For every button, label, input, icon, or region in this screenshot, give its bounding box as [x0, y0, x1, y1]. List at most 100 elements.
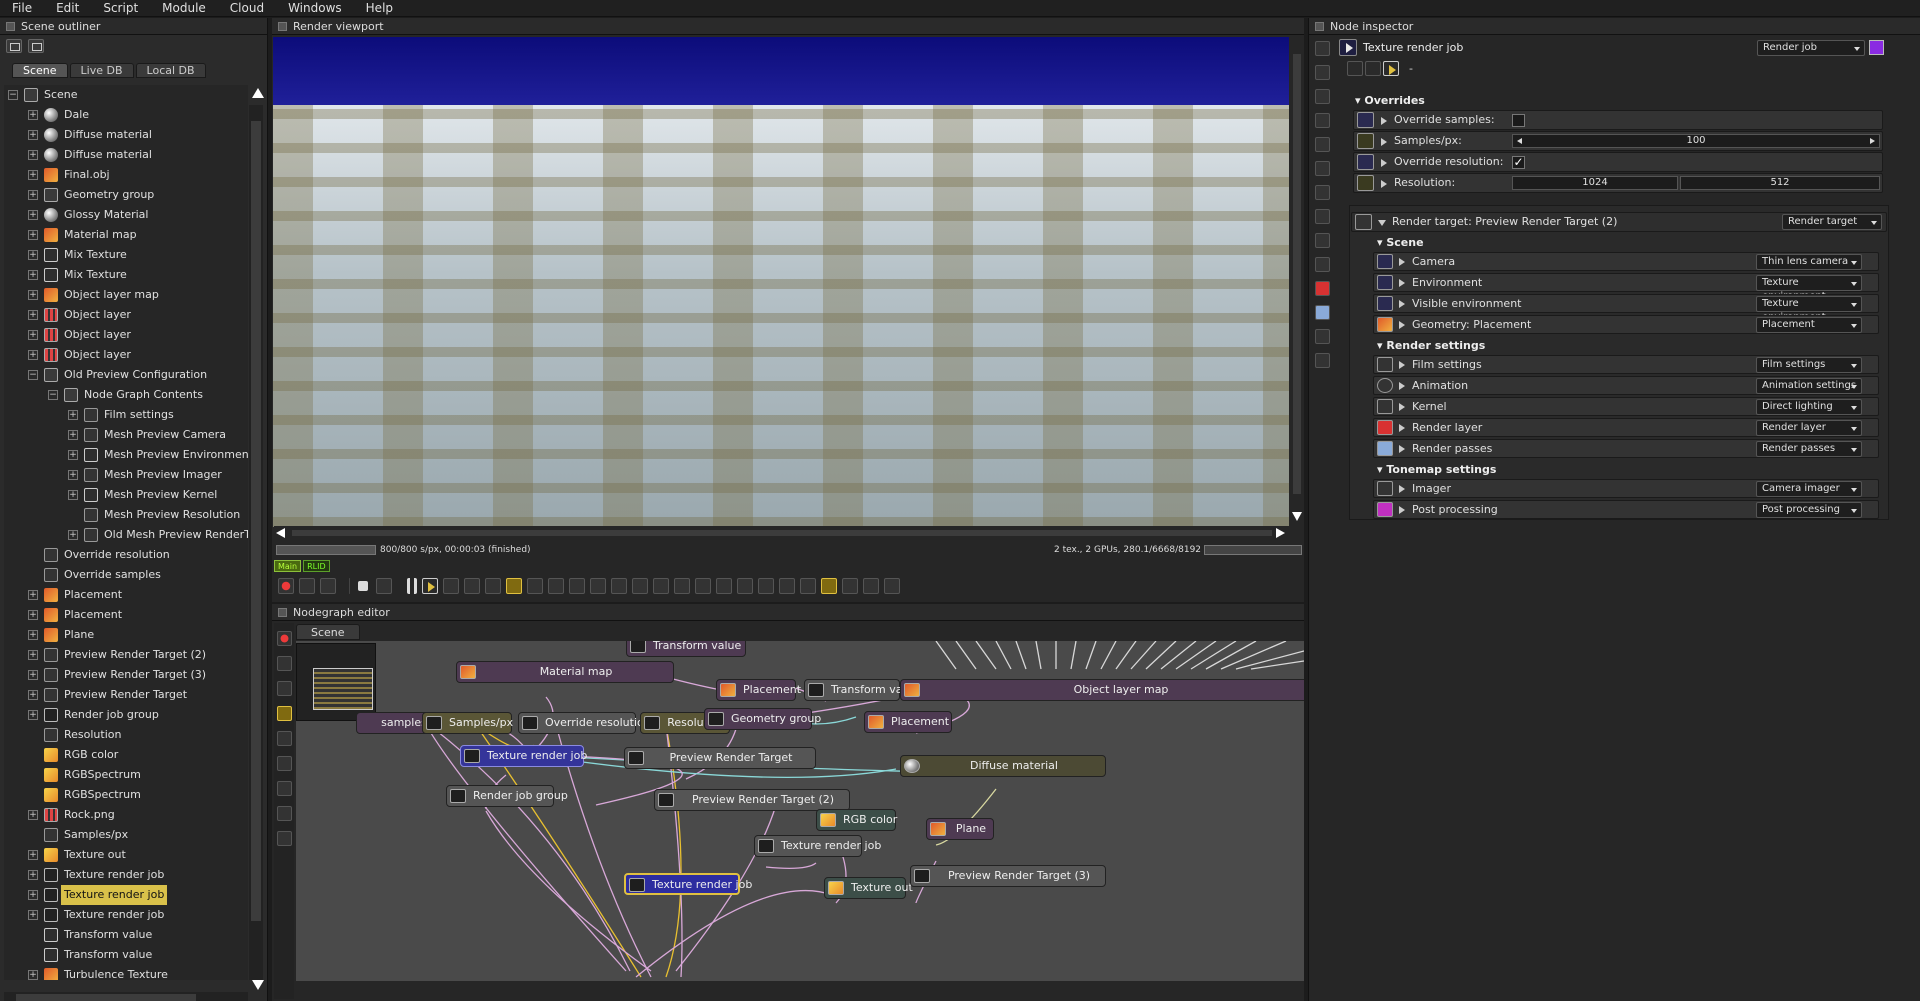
node-diffuse-material[interactable]: Diffuse material: [900, 755, 1106, 777]
tree-item[interactable]: + Mesh Preview Camera: [4, 425, 248, 445]
tree-item[interactable]: + Turbulence Texture: [4, 965, 248, 980]
panel-pin-icon[interactable]: [1315, 22, 1324, 31]
tree-item[interactable]: + Mesh Preview Kernel: [4, 485, 248, 505]
tab-scene[interactable]: Scene: [12, 63, 68, 78]
node-color-swatch[interactable]: [1869, 40, 1884, 55]
expand-arrow-icon[interactable]: [1399, 445, 1405, 453]
expand-arrow-icon[interactable]: [1381, 117, 1387, 125]
expand-icon[interactable]: +: [28, 970, 38, 980]
expand-arrow-icon[interactable]: [1399, 300, 1405, 308]
start-render-icon[interactable]: [422, 578, 438, 594]
viewport-horizontal-scrollbar[interactable]: [274, 526, 1290, 540]
outliner-tree-icon[interactable]: [28, 39, 44, 53]
tree-item[interactable]: + Mix Texture: [4, 265, 248, 285]
node-type-dropdown[interactable]: Render job: [1757, 40, 1865, 56]
camera-target-icon[interactable]: [590, 578, 606, 594]
camera-type-dropdown[interactable]: Thin lens camera: [1756, 254, 1862, 270]
viewport-scroll-left-icon[interactable]: [276, 528, 285, 538]
node-material-map[interactable]: Material map: [456, 661, 674, 683]
node-preview-render-target-3[interactable]: Preview Render Target (3): [910, 865, 1106, 887]
sub-sampling-icon[interactable]: [779, 578, 795, 594]
tab-live-db[interactable]: Live DB: [69, 63, 134, 78]
minimap-viewport[interactable]: [313, 668, 373, 710]
expand-icon[interactable]: +: [68, 410, 78, 420]
white-balance-icon[interactable]: [527, 578, 543, 594]
expand-icon[interactable]: +: [28, 690, 38, 700]
menu-item-file[interactable]: File: [0, 0, 44, 16]
stop-render-icon[interactable]: [358, 581, 368, 591]
outliner-vertical-scrollbar[interactable]: [249, 105, 263, 980]
tree-item[interactable]: + Preview Render Target (2): [4, 645, 248, 665]
scrollbar-thumb[interactable]: [292, 530, 1272, 536]
node-override-resolution[interactable]: Override resolution: [518, 712, 651, 734]
environment-icon[interactable]: [1314, 137, 1330, 152]
main-pass-badge[interactable]: Main: [274, 560, 302, 572]
film-node-icon[interactable]: [276, 806, 292, 821]
expand-icon[interactable]: +: [28, 590, 38, 600]
focus-picker-icon[interactable]: [506, 578, 522, 594]
imager-icon[interactable]: [1314, 329, 1330, 344]
tree-item[interactable]: − Scene: [4, 85, 248, 105]
tree-item[interactable]: Mesh Preview Resolution: [4, 505, 248, 525]
node-placement-1[interactable]: Placement: [716, 679, 801, 701]
material-picker-icon[interactable]: [548, 578, 564, 594]
tree-item[interactable]: + Texture render job: [4, 865, 248, 885]
tree-item[interactable]: + Mix Texture: [4, 245, 248, 265]
node-plane[interactable]: Plane: [926, 818, 994, 840]
film-settings-dropdown[interactable]: Film settings: [1756, 357, 1862, 373]
color-picker-icon[interactable]: [485, 578, 501, 594]
tree-item[interactable]: RGBSpectrum: [4, 765, 248, 785]
imager-dropdown[interactable]: Camera imager: [1756, 481, 1862, 497]
tree-item[interactable]: + Rock.png: [4, 805, 248, 825]
collapse-arrow-icon[interactable]: [1378, 220, 1386, 226]
menu-item-cloud[interactable]: Cloud: [218, 0, 276, 16]
tree-item[interactable]: + Material map: [4, 225, 248, 245]
recenter-graph-icon[interactable]: [276, 631, 292, 646]
tree-item[interactable]: + Film settings: [4, 405, 248, 425]
render-target-type-dropdown[interactable]: Render target: [1782, 214, 1882, 230]
tree-item[interactable]: + Old Mesh Preview RenderT: [4, 525, 248, 545]
color-cube-icon[interactable]: [320, 578, 336, 594]
camera-mode-icon[interactable]: [299, 578, 315, 594]
expand-arrow-icon[interactable]: [1381, 159, 1387, 167]
tree-item[interactable]: + Texture render job: [4, 885, 248, 905]
expand-icon[interactable]: +: [28, 330, 38, 340]
node-preview-render-target[interactable]: Preview Render Target: [624, 747, 816, 769]
tree-item[interactable]: + Dale: [4, 105, 248, 125]
overrides-section-header[interactable]: ▾ Overrides: [1355, 94, 1425, 107]
resolution-icon[interactable]: [1314, 209, 1330, 224]
viewport-scroll-right-icon[interactable]: [1276, 528, 1285, 538]
geometry-type-dropdown[interactable]: Placement: [1756, 317, 1862, 333]
override-resolution-checkbox[interactable]: ✓: [1512, 156, 1525, 169]
node-object-layer-map[interactable]: Object layer map: [900, 679, 1304, 701]
environment-type-dropdown[interactable]: Texture environment: [1756, 275, 1862, 302]
tree-item[interactable]: Transform value: [4, 925, 248, 945]
render-layer-icon[interactable]: [1314, 281, 1330, 296]
rotate-icon[interactable]: [842, 578, 858, 594]
expand-icon[interactable]: +: [28, 270, 38, 280]
tab-local-db[interactable]: Local DB: [135, 63, 206, 78]
reset-view-icon[interactable]: [737, 578, 753, 594]
expand-icon[interactable]: +: [28, 150, 38, 160]
nodegraph-canvas[interactable]: samples Samples/px Override resolution R…: [296, 641, 1304, 981]
kernel-icon[interactable]: [1314, 113, 1330, 128]
render-passes-icon[interactable]: [1314, 305, 1330, 320]
render-node-icon[interactable]: [1383, 61, 1399, 76]
tree-item[interactable]: + Preview Render Target: [4, 685, 248, 705]
tree-item[interactable]: Resolution: [4, 725, 248, 745]
panel-pin-icon[interactable]: [6, 22, 15, 31]
tree-item[interactable]: + Object layer: [4, 345, 248, 365]
expand-icon[interactable]: +: [28, 910, 38, 920]
expand-icon[interactable]: +: [28, 110, 38, 120]
tree-item[interactable]: − Node Graph Contents: [4, 385, 248, 405]
expand-icon[interactable]: +: [28, 350, 38, 360]
tree-item[interactable]: + Mesh Preview Environment: [4, 445, 248, 465]
snap-icon[interactable]: [276, 681, 292, 696]
tree-item[interactable]: + Placement: [4, 585, 248, 605]
collapse-icon[interactable]: −: [8, 90, 18, 100]
samples-px-slider[interactable]: 100: [1512, 134, 1880, 148]
recenter-icon[interactable]: [716, 578, 732, 594]
lock-render-icon[interactable]: [464, 578, 480, 594]
tree-item[interactable]: + Preview Render Target (3): [4, 665, 248, 685]
scroll-down-arrow-icon[interactable]: [252, 980, 264, 990]
